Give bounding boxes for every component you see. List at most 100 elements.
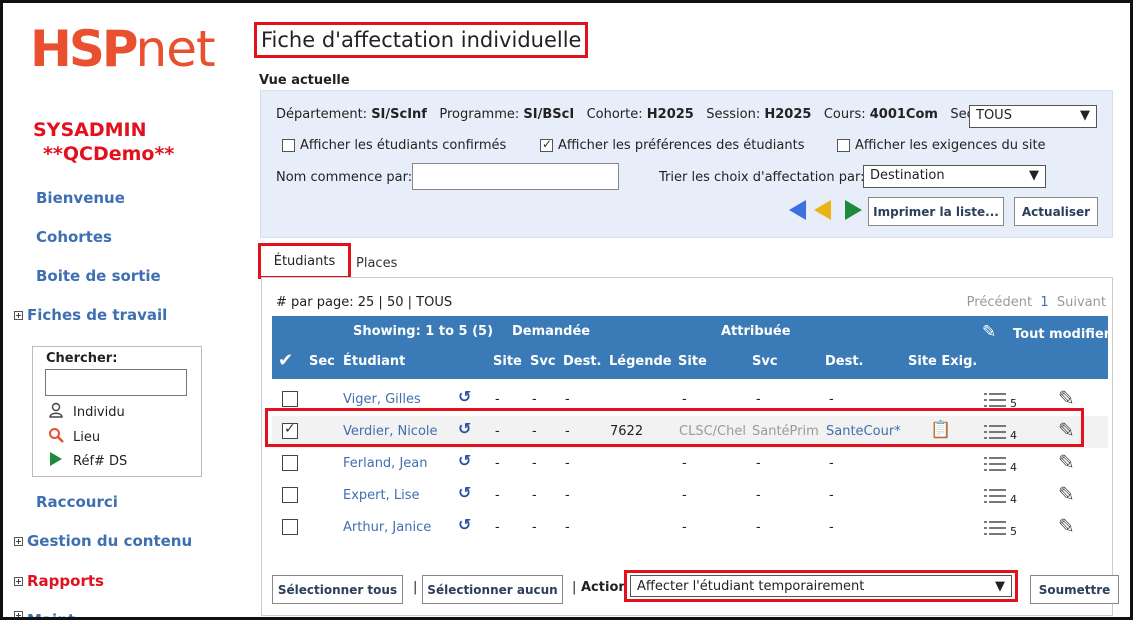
preference-count: 5 [1010,525,1017,538]
col-etudiant[interactable]: Étudiant [343,354,405,369]
section-select-value: TOUS [976,108,1012,123]
chk-exigences[interactable]: Afficher les exigences du site [837,138,1046,153]
student-name-link[interactable]: Expert, Lise [343,488,420,503]
edit-all-button[interactable]: Tout modifier [1013,327,1110,342]
demandee-dest: - [565,520,570,535]
demandee-site: - [495,520,500,535]
select-all-button[interactable]: Sélectionner tous [272,575,403,604]
chk-confirmes-label: Afficher les étudiants confirmés [300,138,507,153]
attribuee-site: - [682,456,687,471]
expand-icon: + [14,611,23,620]
nav-maint-label: Maint [27,611,76,620]
expand-icon: + [14,576,23,586]
trier-select[interactable]: Destination ▼ [863,165,1046,188]
action-select-box[interactable]: Affecter l'étudiant temporairement ▼ [630,575,1012,597]
demandee-svc: - [532,456,537,471]
col-site-exig: Site Exig. [908,354,978,369]
pencil-icon[interactable]: ✎ [982,322,996,342]
search-option-ref-ds[interactable]: Réf# DS [47,451,127,471]
chk-preferences[interactable]: Afficher les préférences des étudiants [540,137,805,153]
arrow-right-green-icon[interactable] [845,200,862,220]
nav-boite-de-sortie[interactable]: Boite de sortie [36,267,161,285]
per-page-label: # par page: [276,295,354,310]
search-option-lieu[interactable]: Lieu [47,427,100,447]
app-window: HSPnet SYSADMIN **QCDemo** Bienvenue Coh… [0,0,1133,620]
nav-gestion-du-contenu[interactable]: + Gestion du contenu [14,532,192,550]
nav-fiches-de-travail[interactable]: + Fiches de travail [14,306,167,324]
chevron-down-icon: ▼ [1029,168,1039,183]
checkbox[interactable] [282,139,295,152]
student-name-link[interactable]: Viger, Gilles [343,392,421,407]
table-row[interactable]: Ferland, Jean ↺ - - - - - - 4 ✎ [272,448,1108,480]
select-check-icon[interactable]: ✔ [278,350,293,371]
row-checkbox[interactable] [282,519,298,535]
nom-input[interactable] [412,163,619,190]
chk-confirmes[interactable]: Afficher les étudiants confirmés [282,138,506,153]
checkbox-checked[interactable] [540,137,553,152]
history-icon[interactable]: ↺ [458,483,471,502]
chevron-down-icon: ▼ [1080,108,1090,123]
search-option-individu[interactable]: Individu [47,402,125,422]
search-input[interactable] [45,369,187,396]
attribuee-dest: - [829,520,834,535]
students-panel: # par page: 25 | 50 | TOUS Précédent 1 S… [261,278,1119,616]
section-select[interactable]: TOUS ▼ [969,105,1097,128]
list-icon[interactable] [984,457,1006,471]
row-checkbox[interactable] [282,391,298,407]
col-attribuee-dest: Dest. [825,354,864,369]
list-icon[interactable] [984,489,1006,503]
pager-next[interactable]: Suivant [1057,295,1106,310]
session-label: Session: [706,107,761,122]
arrow-left-yellow-icon[interactable] [814,200,831,220]
per-page-all[interactable]: TOUS [416,295,452,310]
logo-hsp: HSP [30,20,139,78]
user-instance: **QCDemo** [43,143,175,165]
page-title: Fiche d'affectation individuelle [254,22,589,58]
row-checkbox[interactable] [282,487,298,503]
footer-separator: | [413,580,418,595]
per-page-25[interactable]: 25 [358,295,375,310]
pencil-icon[interactable]: ✎ [1058,514,1075,538]
print-list-button[interactable]: Imprimer la liste... [868,197,1004,226]
table-row[interactable]: Arthur, Janice ↺ - - - - - - 5 ✎ [272,512,1108,544]
filters-line-1: Département: SI/ScInf Programme: SI/BScI… [276,107,1003,122]
pager-prev[interactable]: Précédent [967,295,1032,310]
submit-button[interactable]: Soumettre [1030,575,1119,604]
history-icon[interactable]: ↺ [458,451,471,470]
search-icon [47,427,65,447]
refresh-button[interactable]: Actualiser [1014,197,1098,226]
person-icon [47,402,65,422]
trier-label: Trier les choix d'affectation par: [659,170,865,185]
nav-cohortes[interactable]: Cohortes [36,228,112,246]
student-name-link[interactable]: Arthur, Janice [343,520,431,535]
tab-places[interactable]: Places [356,256,397,271]
col-demandee-svc: Svc [530,354,556,369]
attribuee-header: Attribuée [721,324,791,339]
tab-etudiants[interactable]: Étudiants [258,243,351,279]
pager-current[interactable]: 1 [1040,295,1048,310]
checkbox[interactable] [837,139,850,152]
per-page-50[interactable]: 50 [387,295,404,310]
pager: Précédent 1 Suivant [967,295,1106,310]
student-name-link[interactable]: Ferland, Jean [343,456,427,471]
table-row[interactable]: Expert, Lise ↺ - - - - - - 4 ✎ [272,480,1108,512]
session-value: H2025 [764,107,812,122]
attribuee-dest: - [829,392,834,407]
arrow-left-blue-icon[interactable] [789,200,806,220]
history-icon[interactable]: ↺ [458,387,471,406]
nav-bienvenue[interactable]: Bienvenue [36,189,125,207]
departement-label: Département: [276,107,368,122]
pencil-icon[interactable]: ✎ [1058,482,1075,506]
nav-raccourci[interactable]: Raccourci [36,493,118,511]
pencil-icon[interactable]: ✎ [1058,386,1075,410]
select-none-button[interactable]: Sélectionner aucun [422,575,563,604]
action-select[interactable]: Affecter l'étudiant temporairement ▼ [624,570,1018,602]
list-icon[interactable] [984,393,1006,407]
search-label-text: Chercher [46,351,113,366]
pencil-icon[interactable]: ✎ [1058,450,1075,474]
history-icon[interactable]: ↺ [458,515,471,534]
list-icon[interactable] [984,521,1006,535]
nav-maint-partial[interactable]: + Maint [14,611,76,620]
row-checkbox[interactable] [282,455,298,471]
nav-rapports[interactable]: + Rapports [14,572,104,590]
